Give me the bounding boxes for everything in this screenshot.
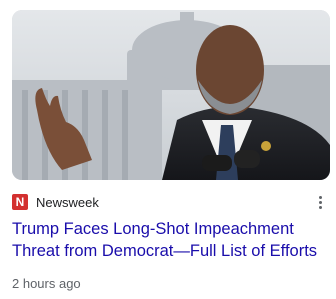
source-row: N Newsweek bbox=[12, 192, 330, 212]
newsweek-logo-icon: N bbox=[12, 194, 28, 210]
source-name[interactable]: Newsweek bbox=[36, 195, 99, 210]
more-vert-dot bbox=[318, 205, 322, 209]
more-vert-icon bbox=[318, 195, 322, 199]
more-vert-dot bbox=[318, 200, 322, 204]
timestamp: 2 hours ago bbox=[12, 276, 81, 291]
article-headline-link[interactable]: Trump Faces Long-Shot Impeachment Threat… bbox=[12, 218, 330, 262]
news-card[interactable]: N Newsweek Trump Faces Long-Shot Impeach… bbox=[0, 0, 336, 299]
article-image[interactable] bbox=[12, 10, 330, 180]
more-options-button[interactable] bbox=[314, 194, 326, 210]
article-photo bbox=[12, 10, 330, 180]
